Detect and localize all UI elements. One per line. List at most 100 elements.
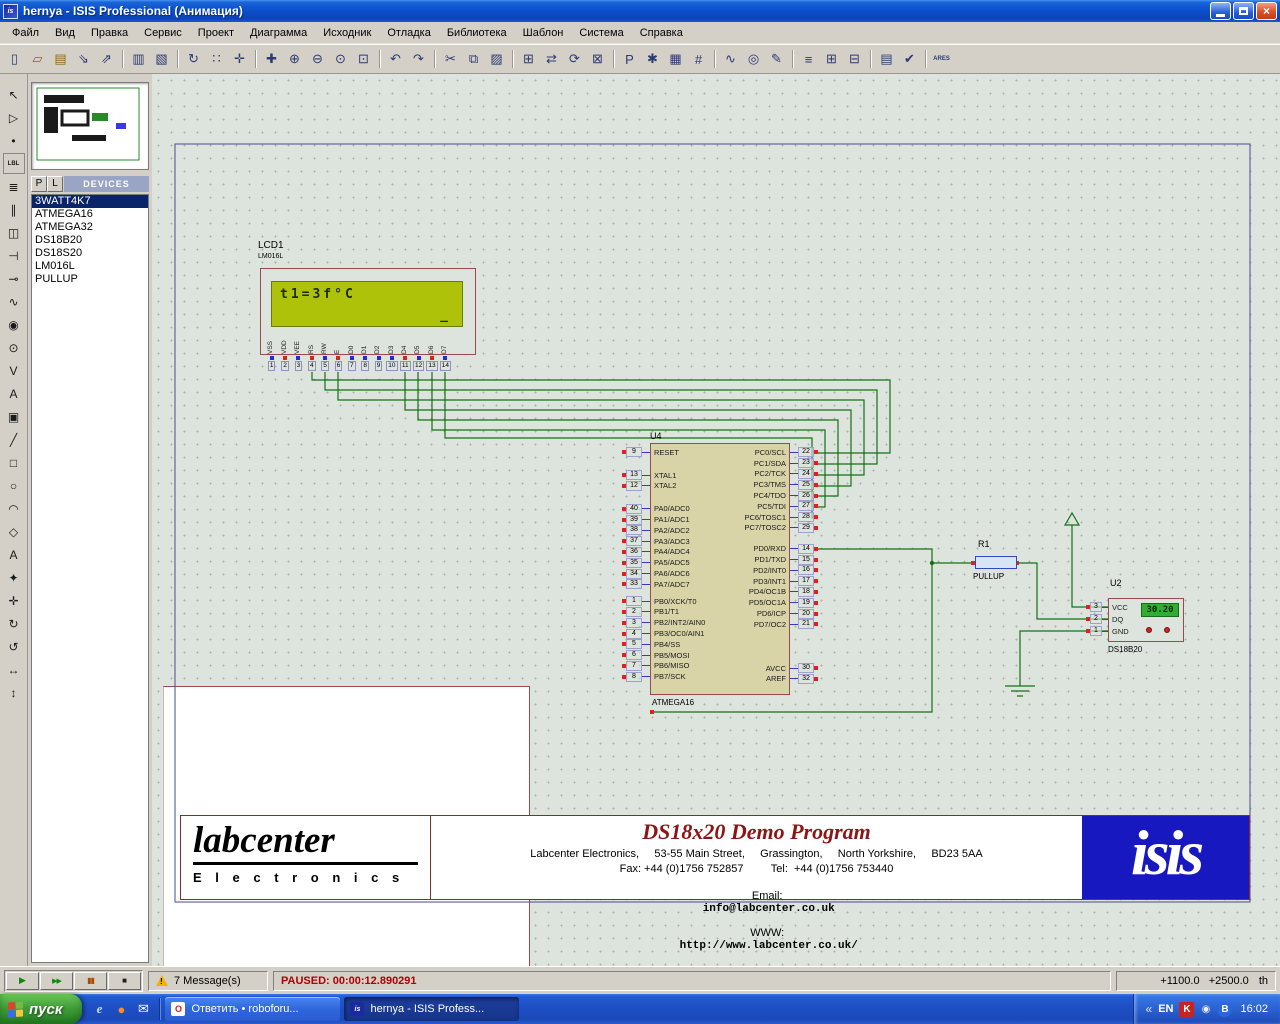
packaging-tool-icon[interactable]: ▦ <box>664 48 687 71</box>
export-section-icon[interactable]: ⇗ <box>95 48 118 71</box>
ie-icon[interactable]: e <box>90 1000 108 1018</box>
2d-circle-icon[interactable]: ○ <box>3 475 25 496</box>
save-file-icon[interactable]: ▤ <box>49 48 72 71</box>
component-icon[interactable]: ▷ <box>3 107 25 128</box>
paste-icon[interactable]: ▨ <box>485 48 508 71</box>
menu-item[interactable]: Исходник <box>315 24 379 42</box>
redraw-icon[interactable]: ↻ <box>182 48 205 71</box>
2d-symbol-icon[interactable]: ✦ <box>3 567 25 588</box>
schematic-canvas[interactable]: LCD1 LM016L t1=3f°C _ VSS 1 VDD 2 VEE 3 … <box>152 74 1280 966</box>
remove-sheet-icon[interactable]: ⊟ <box>843 48 866 71</box>
menu-item[interactable]: Библиотека <box>439 24 515 42</box>
2d-path-icon[interactable]: ◇ <box>3 521 25 542</box>
new-sheet-icon[interactable]: ⊞ <box>820 48 843 71</box>
library-button[interactable]: L <box>47 176 63 192</box>
decompose-icon[interactable]: # <box>687 48 710 71</box>
property-assignment-icon[interactable]: ✎ <box>765 48 788 71</box>
junction-dot-icon[interactable]: • <box>3 130 25 151</box>
stop-button[interactable]: ■ <box>108 972 141 990</box>
2d-marker-icon[interactable]: ✛ <box>3 590 25 611</box>
minimize-button[interactable] <box>1210 2 1231 20</box>
2d-box-icon[interactable]: □ <box>3 452 25 473</box>
task-button-isis[interactable]: is hernya - ISIS Profess... <box>344 997 519 1021</box>
make-device-icon[interactable]: ✱ <box>641 48 664 71</box>
menu-item[interactable]: Диаграмма <box>242 24 315 42</box>
menu-item[interactable]: Сервис <box>136 24 190 42</box>
menu-item[interactable]: Система <box>571 24 631 42</box>
device-list-item[interactable]: LM016L <box>32 260 148 273</box>
device-pin-icon[interactable]: ⊸ <box>3 268 25 289</box>
antivirus-icon[interactable]: K <box>1179 1002 1194 1017</box>
undo-icon[interactable]: ↶ <box>384 48 407 71</box>
play-button[interactable]: ▶ <box>6 972 39 990</box>
hidden-icons-button[interactable]: « <box>1146 1002 1153 1016</box>
zoom-in-icon[interactable]: ⊕ <box>283 48 306 71</box>
block-move-icon[interactable]: ⇄ <box>540 48 563 71</box>
selection-pointer-icon[interactable]: ↖ <box>3 84 25 105</box>
wire-label-icon[interactable]: LBL <box>3 153 25 174</box>
zoom-all-icon[interactable]: ⊙ <box>329 48 352 71</box>
bus-icon[interactable]: ∥ <box>3 199 25 220</box>
language-indicator[interactable]: EN <box>1158 1003 1173 1015</box>
menu-item[interactable]: Вид <box>47 24 83 42</box>
menu-item[interactable]: Файл <box>4 24 47 42</box>
pause-button[interactable]: ▮▮ <box>74 972 107 990</box>
device-list-item[interactable]: DS18S20 <box>32 247 148 260</box>
menu-item[interactable]: Проект <box>190 24 242 42</box>
block-rotate-icon[interactable]: ⟳ <box>563 48 586 71</box>
graph-icon[interactable]: ∿ <box>3 291 25 312</box>
open-file-icon[interactable]: ▱ <box>26 48 49 71</box>
current-probe-icon[interactable]: A <box>3 383 25 404</box>
mirror-horizontal-icon[interactable]: ↔ <box>3 659 25 680</box>
block-delete-icon[interactable]: ⊠ <box>586 48 609 71</box>
terminal-icon[interactable]: ⊣ <box>3 245 25 266</box>
menu-item[interactable]: Шаблон <box>515 24 572 42</box>
generator-icon[interactable]: ⊙ <box>3 337 25 358</box>
tape-recorder-icon[interactable]: ◉ <box>3 314 25 335</box>
new-file-icon[interactable]: ▯ <box>3 48 26 71</box>
text-script-icon[interactable]: ≣ <box>3 176 25 197</box>
subcircuit-icon[interactable]: ◫ <box>3 222 25 243</box>
status-icon[interactable]: ◉ <box>1198 1002 1213 1017</box>
menu-item[interactable]: Справка <box>632 24 691 42</box>
device-list-item[interactable]: DS18B20 <box>32 234 148 247</box>
copy-icon[interactable]: ⧉ <box>462 48 485 71</box>
firefox-icon[interactable]: ● <box>112 1000 130 1018</box>
task-button-browser[interactable]: O Ответить • roboforu... <box>165 997 340 1021</box>
mail-icon[interactable]: ✉ <box>134 1000 152 1018</box>
design-explorer-icon[interactable]: ≡ <box>797 48 820 71</box>
menu-item[interactable]: Отладка <box>379 24 438 42</box>
wire-autorouter-icon[interactable]: ∿ <box>719 48 742 71</box>
2d-text-icon[interactable]: A <box>3 544 25 565</box>
start-button[interactable]: пуск <box>0 994 82 1024</box>
import-section-icon[interactable]: ⇘ <box>72 48 95 71</box>
search-tag-icon[interactable]: ◎ <box>742 48 765 71</box>
overview-window[interactable] <box>31 82 149 170</box>
maximize-button[interactable] <box>1233 2 1254 20</box>
zoom-area-icon[interactable]: ⊡ <box>352 48 375 71</box>
close-button[interactable]: × <box>1256 2 1277 20</box>
pick-parts-button[interactable]: P <box>31 176 47 192</box>
menu-item[interactable]: Правка <box>83 24 136 42</box>
voltage-probe-icon[interactable]: V <box>3 360 25 381</box>
bill-of-materials-icon[interactable]: ▤ <box>875 48 898 71</box>
toggle-grid-icon[interactable]: ∷ <box>205 48 228 71</box>
rotate-cw-icon[interactable]: ↻ <box>3 613 25 634</box>
origin-icon[interactable]: ✛ <box>228 48 251 71</box>
messages-panel[interactable]: ! 7 Message(s) <box>148 971 268 991</box>
pan-icon[interactable]: ✚ <box>260 48 283 71</box>
electrical-check-icon[interactable]: ✔ <box>898 48 921 71</box>
zoom-out-icon[interactable]: ⊖ <box>306 48 329 71</box>
virtual-instruments-icon[interactable]: ▣ <box>3 406 25 427</box>
2d-line-icon[interactable]: ╱ <box>3 429 25 450</box>
mirror-vertical-icon[interactable]: ↕ <box>3 682 25 703</box>
device-list-item[interactable]: 3WATT4K7 <box>32 195 148 208</box>
rotate-ccw-icon[interactable]: ↺ <box>3 636 25 657</box>
step-button[interactable]: ▶▶ <box>40 972 73 990</box>
device-list-item[interactable]: ATMEGA32 <box>32 221 148 234</box>
device-list-item[interactable]: PULLUP <box>32 273 148 286</box>
resistor-component[interactable] <box>975 556 1017 569</box>
block-copy-icon[interactable]: ⊞ <box>517 48 540 71</box>
pick-device-icon[interactable]: P <box>618 48 641 71</box>
netlist-to-ares-icon[interactable]: ARES <box>930 48 953 71</box>
